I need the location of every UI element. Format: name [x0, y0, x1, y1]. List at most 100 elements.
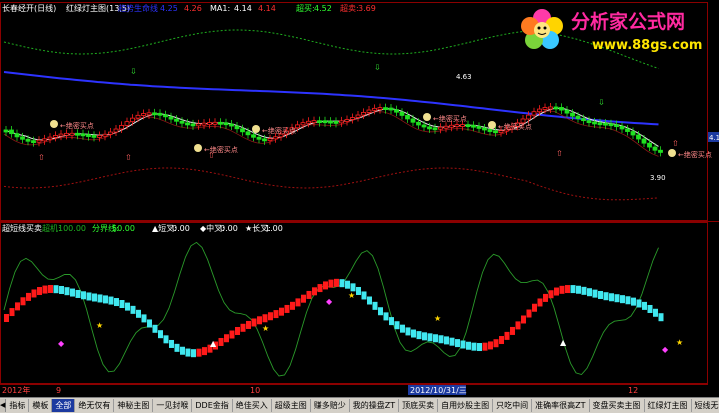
tab-11[interactable]: 顶底买卖: [399, 399, 439, 412]
tab-8[interactable]: 超级主图: [272, 399, 311, 412]
high-price-label: 4.63: [456, 73, 472, 81]
momentum-block: [86, 292, 92, 301]
candle-body: [608, 123, 614, 127]
tab-7[interactable]: 绝佳买入: [233, 399, 272, 412]
tab-1[interactable]: 模板: [29, 399, 53, 412]
candle-body: [42, 138, 47, 142]
momentum-block: [433, 334, 438, 343]
candle-body: [141, 113, 146, 116]
momentum-block: [196, 348, 202, 357]
buy-point-label: ←绝密买点: [262, 126, 296, 135]
candle-body: [9, 129, 14, 135]
momentum-block: [510, 326, 515, 335]
momentum-block: [378, 307, 383, 316]
momentum-block: [284, 304, 290, 313]
momentum-block: [548, 290, 554, 299]
cross-signal-icon: ★: [348, 291, 355, 300]
momentum-block: [130, 305, 136, 314]
momentum-block: [235, 326, 240, 335]
candle-body: [636, 134, 641, 140]
sub-legend-value: 1.00: [265, 224, 283, 233]
momentum-block: [642, 301, 647, 310]
smiley-icon: [423, 113, 431, 121]
momentum-block: [367, 296, 372, 305]
logo-url: www.88gs.com: [592, 38, 702, 53]
tab-4[interactable]: 神秘主图: [114, 399, 154, 412]
candle-body: [438, 126, 443, 130]
momentum-block: [471, 342, 477, 351]
candle-body: [185, 122, 190, 126]
momentum-block: [75, 289, 81, 298]
tab-17[interactable]: 短线无敌: [692, 399, 719, 412]
momentum-block: [559, 285, 565, 294]
momentum-block: [53, 285, 59, 294]
candle-body: [487, 129, 493, 132]
tab-0[interactable]: 指标: [6, 399, 30, 412]
candle-body: [658, 149, 663, 153]
tab-9[interactable]: 赚多赔少: [311, 399, 350, 412]
momentum-block: [323, 281, 328, 290]
momentum-block: [581, 286, 587, 295]
candle-body: [427, 126, 432, 130]
candle-body: [586, 120, 592, 124]
candle-body: [471, 124, 476, 128]
candle-body: [163, 114, 168, 118]
momentum-block: [26, 292, 31, 301]
candle-body: [108, 131, 113, 135]
legend-item: 4.25: [160, 4, 178, 13]
candle-body: [64, 132, 69, 136]
time-label-year: 2012年: [2, 385, 30, 395]
momentum-block: [515, 321, 521, 330]
momentum-block: [163, 335, 169, 344]
candle-body: [306, 120, 311, 124]
legend-item: 4.14: [258, 4, 276, 13]
momentum-block: [394, 321, 400, 330]
tab-5[interactable]: 一见封喉: [153, 399, 193, 412]
momentum-block: [504, 331, 510, 340]
momentum-block: [64, 287, 70, 296]
momentum-block: [185, 348, 191, 357]
momentum-block: [97, 294, 103, 303]
candle-body: [388, 107, 394, 111]
candle-body: [548, 106, 553, 110]
momentum-block: [389, 317, 394, 326]
tab-10[interactable]: 我的操盘ZT: [350, 399, 400, 412]
momentum-block: [521, 315, 526, 324]
candle-body: [218, 121, 223, 125]
momentum-block: [339, 279, 345, 288]
momentum-block: [400, 324, 405, 333]
candle-body: [190, 123, 196, 127]
momentum-block: [312, 287, 317, 296]
candle-body: [581, 118, 586, 122]
candle-body: [146, 112, 152, 116]
signal-label: 超卖:: [340, 3, 359, 13]
up-arrow-icon: ⇧: [672, 139, 679, 148]
candle-body: [229, 123, 234, 127]
tab-15[interactable]: 变盘买卖主图: [590, 399, 645, 412]
tab-3[interactable]: 绝无仅有: [75, 399, 115, 412]
momentum-block: [306, 290, 312, 299]
tab-6[interactable]: DDE金指: [192, 399, 233, 412]
tab-2[interactable]: 全部: [52, 399, 76, 412]
flower-icon: [521, 9, 563, 49]
momentum-block: [372, 301, 378, 310]
tab-12[interactable]: 自用炒股主图: [438, 399, 494, 412]
time-label-month-12: 12: [628, 386, 638, 395]
momentum-block: [455, 339, 460, 348]
momentum-block: [218, 337, 224, 346]
candle-body: [157, 112, 163, 116]
tab-16[interactable]: 红绿灯主图: [645, 399, 692, 412]
tab-13[interactable]: 只吃中间: [493, 399, 533, 412]
smiley-icon: [668, 149, 676, 157]
candle-body: [383, 107, 388, 110]
sub-legend-value: 50.00: [112, 224, 135, 233]
momentum-block: [603, 292, 609, 301]
candle-body: [80, 133, 86, 137]
candle-body: [97, 135, 102, 138]
momentum-block: [647, 304, 653, 313]
candle-body: [25, 138, 31, 142]
tab-14[interactable]: 准确率很高ZT: [532, 399, 590, 412]
candle-body: [559, 107, 564, 111]
momentum-block: [532, 303, 537, 312]
legend-label: MA1:: [210, 4, 230, 13]
